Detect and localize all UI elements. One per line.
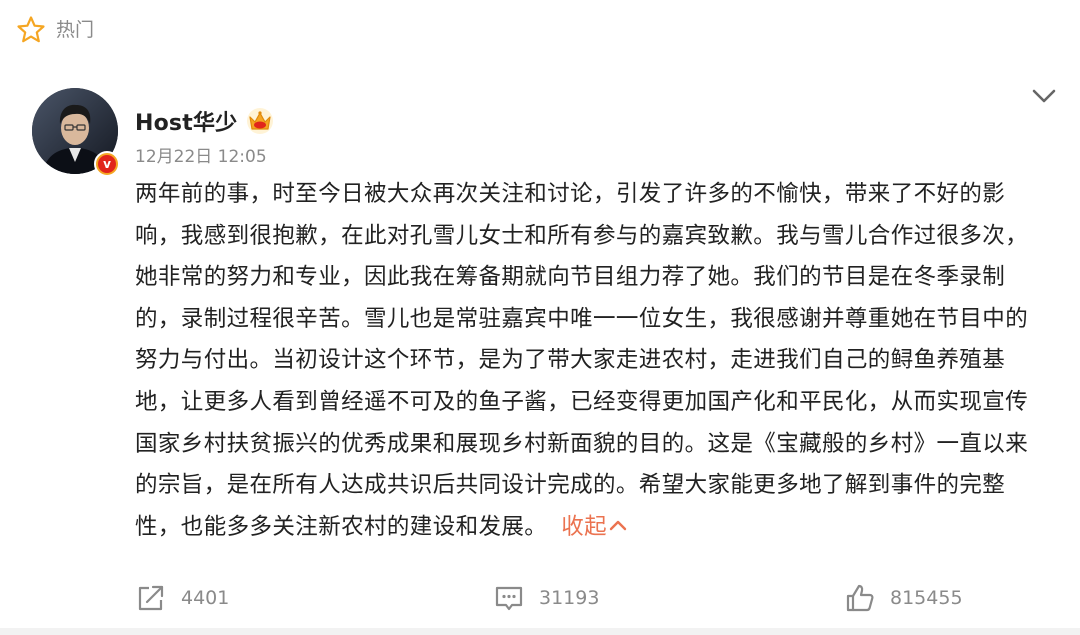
crown-icon[interactable]	[245, 106, 275, 136]
author-line: Host华少	[135, 104, 275, 138]
comment-icon	[495, 586, 523, 611]
like-count: 815455	[890, 587, 963, 609]
comment-count: 31193	[539, 587, 600, 609]
verified-v-icon: v	[94, 151, 120, 177]
chevron-up-icon	[609, 521, 627, 531]
post-content: 两年前的事，时至今日被大众再次关注和讨论，引发了许多的不愉快，带来了不好的影响，…	[135, 174, 1045, 548]
like-button[interactable]: 815455	[844, 578, 963, 618]
chevron-down-icon[interactable]	[1030, 84, 1058, 108]
collapse-link[interactable]: 收起	[561, 514, 627, 540]
bottom-divider	[0, 628, 1080, 635]
post-timestamp: 12月22日 12:05	[135, 147, 267, 167]
action-bar: 4401 31193 815455	[0, 578, 1080, 618]
share-button[interactable]: 4401	[135, 578, 229, 618]
thumbs-up-icon	[846, 584, 874, 612]
share-count: 4401	[181, 587, 230, 609]
hot-tag[interactable]: 热门	[16, 14, 94, 46]
collapse-label: 收起	[561, 513, 608, 540]
comment-button[interactable]: 31193	[493, 578, 599, 618]
share-icon	[138, 585, 164, 611]
author-name[interactable]: Host华少	[135, 105, 237, 137]
star-outline-icon	[16, 15, 46, 45]
hot-label: 热门	[56, 18, 95, 41]
post-text: 两年前的事，时至今日被大众再次关注和讨论，引发了许多的不愉快，带来了不好的影响，…	[135, 181, 1029, 540]
